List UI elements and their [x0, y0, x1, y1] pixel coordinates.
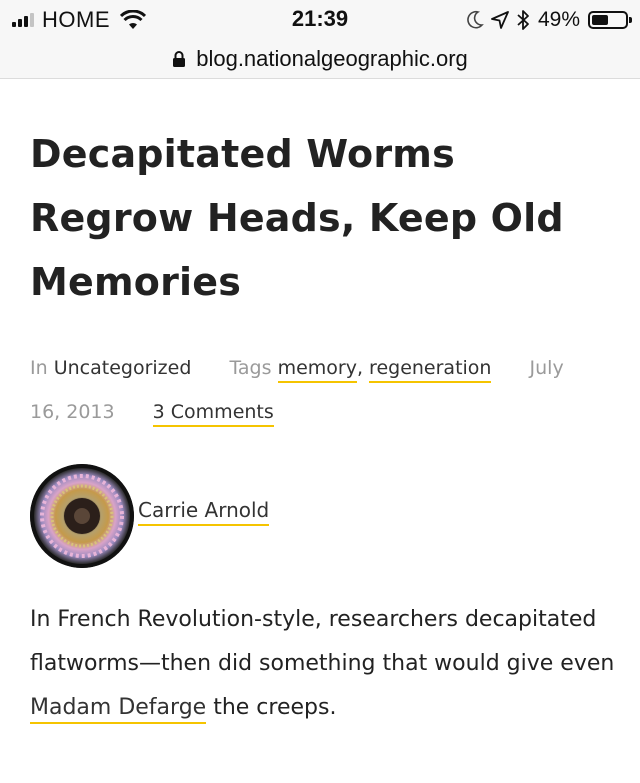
tags-prefix: Tags — [229, 357, 272, 379]
status-bar: HOME 21:39 49% — [0, 0, 640, 40]
body-text-end: the creeps. — [206, 695, 337, 720]
status-right: 49% — [466, 8, 632, 32]
battery-fill — [592, 15, 608, 25]
article: Decapitated Worms Regrow Heads, Keep Old… — [30, 78, 620, 730]
avatar[interactable] — [30, 464, 134, 568]
title-line: Memories — [30, 260, 242, 304]
comments-link[interactable]: 3 Comments — [152, 401, 274, 427]
article-meta: In Uncategorized Tags memory, regenerati… — [30, 346, 620, 434]
category-label: Uncategorized — [53, 357, 192, 379]
bluetooth-icon — [517, 10, 529, 30]
avatar-image — [30, 464, 134, 568]
battery-percent: 49% — [537, 8, 580, 31]
madam-defarge-link[interactable]: Madam Defarge — [30, 695, 207, 724]
url-text[interactable]: blog.nationalgeographic.org — [196, 46, 468, 72]
tag-link-memory[interactable]: memory — [277, 357, 357, 383]
location-arrow-icon — [491, 11, 509, 29]
tag-separator: , — [356, 357, 363, 379]
battery-icon — [588, 11, 632, 29]
date-day-year: 16, 2013 — [30, 401, 115, 423]
article-title: Decapitated Worms Regrow Heads, Keep Old… — [30, 122, 620, 314]
article-body: In French Revolution-style, researchers … — [30, 598, 620, 730]
category-prefix: In — [30, 357, 48, 379]
url-bar[interactable]: blog.nationalgeographic.org — [0, 40, 640, 79]
tag-link-regeneration[interactable]: regeneration — [369, 357, 492, 383]
lock-icon — [173, 51, 186, 67]
date-month: July — [529, 357, 564, 379]
author-link[interactable]: Carrie Arnold — [138, 498, 270, 526]
title-line: Decapitated Worms — [30, 132, 455, 176]
title-line: Regrow Heads, Keep Old — [30, 196, 564, 240]
moon-icon — [467, 10, 484, 29]
body-text: In French Revolution-style, researchers … — [30, 607, 615, 676]
author-block: Carrie Arnold — [30, 464, 620, 568]
